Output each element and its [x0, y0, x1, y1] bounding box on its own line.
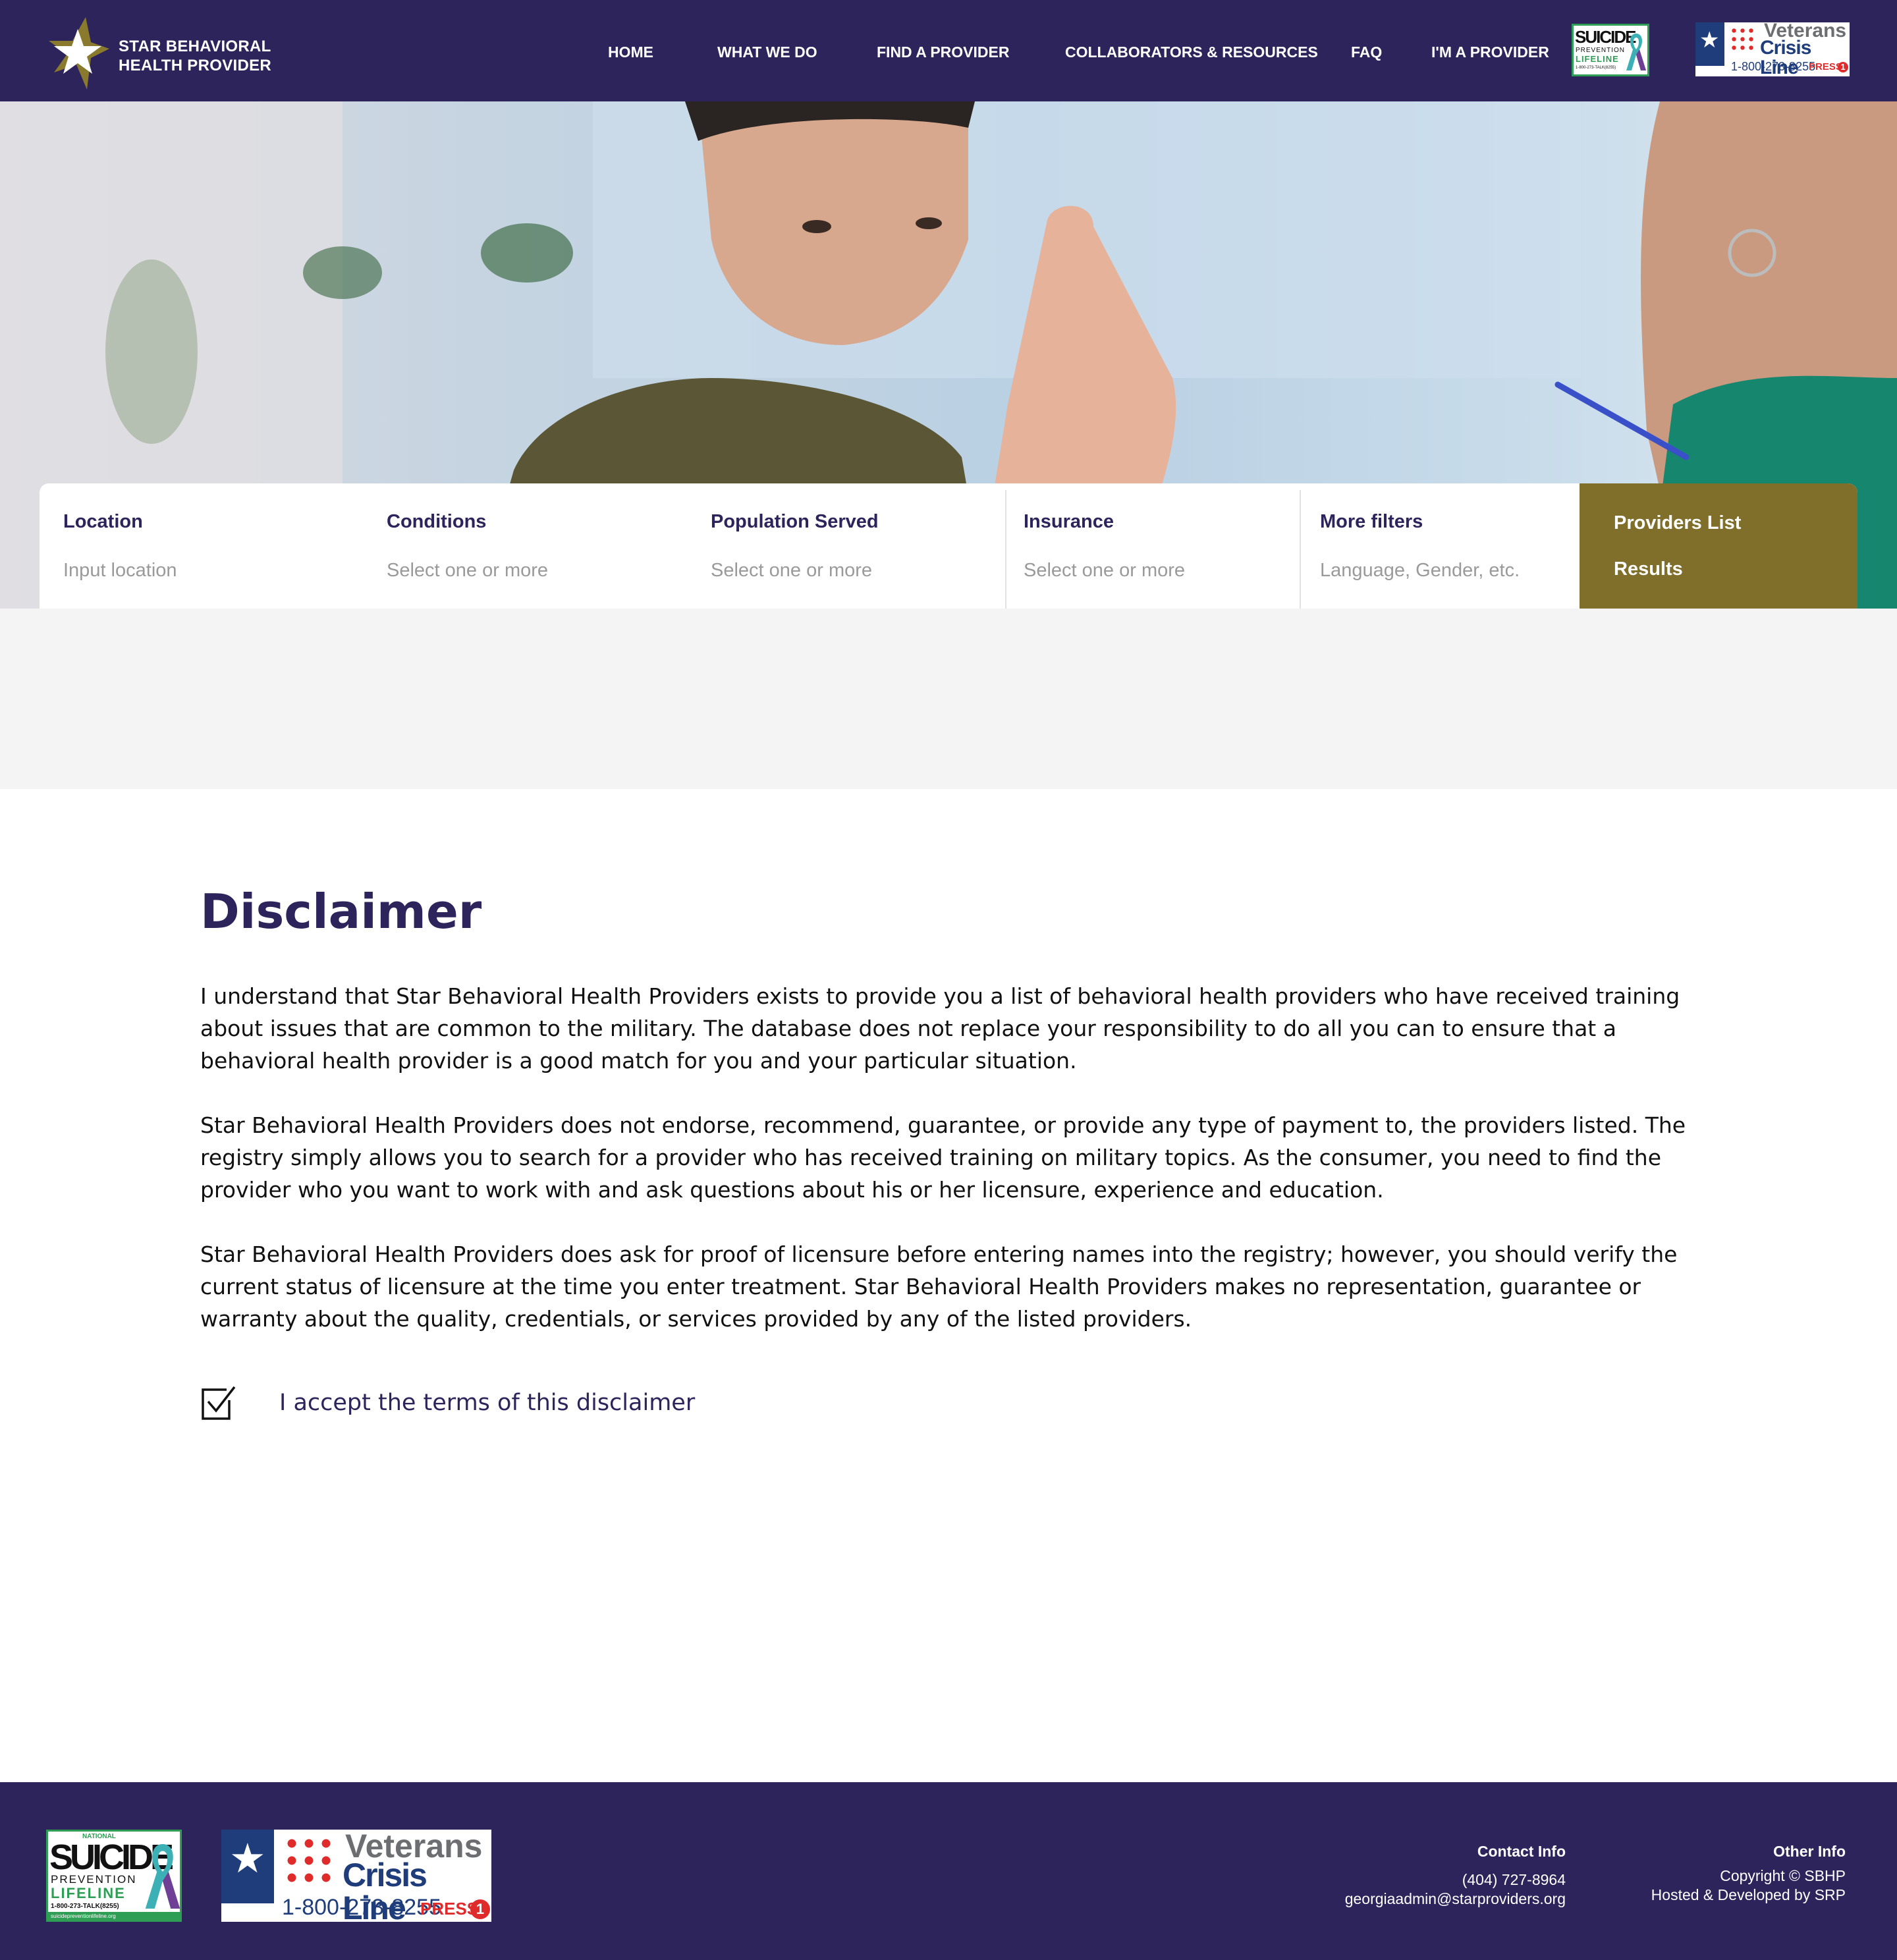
dots-icon — [1730, 26, 1756, 53]
filter-conditions[interactable]: Conditions Select one or more — [387, 483, 676, 609]
filter-conditions-label: Conditions — [387, 511, 487, 532]
badge-vets-phone: 1-800-273-8255 — [1731, 60, 1816, 73]
footer-other-heading: Other Info — [1773, 1843, 1846, 1860]
badge-suicide-sub: PREVENTION — [1576, 47, 1626, 54]
filter-population-select[interactable]: Select one or more — [711, 560, 872, 582]
filter-insurance[interactable]: Insurance Select one or more — [1024, 483, 1287, 609]
flag-star-icon: ★ — [221, 1830, 274, 1903]
results-line-1: Providers List — [1614, 512, 1742, 533]
nav-faq[interactable]: FAQ — [1351, 43, 1382, 61]
footer-badge-suicide-sub: PREVENTION — [51, 1873, 137, 1886]
filter-divider — [1300, 490, 1301, 609]
filter-conditions-select[interactable]: Select one or more — [387, 560, 548, 582]
brand-line-2: HEALTH PROVIDER — [119, 57, 272, 74]
dots-icon — [283, 1835, 335, 1886]
disclaimer-paragraph: Star Behavioral Health Providers does no… — [200, 1112, 1686, 1203]
filter-population-served[interactable]: Population Served Select one or more — [711, 483, 1001, 609]
awareness-ribbon-icon — [145, 1844, 180, 1909]
filter-more-label: More filters — [1320, 511, 1423, 532]
filter-location-label: Location — [63, 511, 143, 532]
disclaimer-paragraph: I understand that Star Behavioral Health… — [200, 983, 1680, 1074]
filter-divider — [1005, 490, 1006, 609]
disclaimer-paragraph: Star Behavioral Health Providers does as… — [200, 1241, 1678, 1332]
badge-vets-press-num: 1 — [1838, 62, 1848, 72]
footer-contact-email[interactable]: georgiaadmin@starproviders.org — [1345, 1890, 1566, 1909]
nav-find-a-provider[interactable]: FIND A PROVIDER — [877, 43, 1009, 61]
filter-location-input[interactable]: Input location — [63, 560, 177, 582]
accept-disclaimer-label[interactable]: I accept the terms of this disclaimer — [279, 1390, 695, 1416]
footer-badge-suicide-url: suicidepreventionlifeline.org — [48, 1912, 180, 1920]
veterans-crisis-line-badge[interactable]: ★ Veterans Crisis Line 1-800-273-8255 PR… — [1695, 22, 1850, 76]
awareness-ribbon-icon — [1626, 34, 1646, 70]
star-logo-icon[interactable] — [46, 17, 112, 90]
results-line-2: Results — [1614, 558, 1683, 580]
nav-home[interactable]: HOME — [608, 43, 653, 61]
gray-spacer-band — [0, 609, 1897, 789]
filter-insurance-label: Insurance — [1024, 511, 1114, 532]
footer-badge-vets-press: PRESS — [420, 1899, 479, 1919]
filter-more-select[interactable]: Language, Gender, etc. — [1320, 560, 1520, 582]
footer-badge-vets-press-num: 1 — [470, 1899, 490, 1919]
footer-badge-vets-phone: 1-800-273-8255 — [282, 1895, 441, 1920]
brand-name[interactable]: STAR BEHAVIORAL HEALTH PROVIDER — [119, 37, 271, 75]
footer-other-info: Other Info Copyright © SBHP Hosted & Dev… — [1651, 1841, 1846, 1905]
footer-contact-heading: Contact Info — [1477, 1843, 1566, 1860]
filter-population-label: Population Served — [711, 511, 879, 532]
nav-what-we-do[interactable]: WHAT WE DO — [717, 43, 817, 61]
nav-collaborators-resources[interactable]: COLLABORATORS & RESOURCES — [1065, 43, 1318, 61]
brand-line-1: STAR BEHAVIORAL — [119, 38, 271, 55]
filter-insurance-select[interactable]: Select one or more — [1024, 560, 1185, 582]
footer-contact-phone[interactable]: (404) 727-8964 — [1345, 1870, 1566, 1890]
badge-suicide-lifeline: LIFELINE — [1576, 54, 1619, 64]
checkbox-checked-icon[interactable] — [200, 1386, 237, 1421]
footer-suicide-prevention-lifeline-badge[interactable]: NATIONAL SUICIDE PREVENTION LIFELINE 1-8… — [46, 1830, 182, 1922]
filter-location[interactable]: Location Input location — [63, 483, 353, 609]
badge-suicide-phone: 1-800-273-TALK(8255) — [1576, 66, 1616, 70]
footer-hosted: Hosted & Developed by SRP — [1651, 1886, 1846, 1903]
flag-star-icon: ★ — [1695, 22, 1724, 66]
disclaimer-title: Disclaimer — [200, 884, 482, 939]
accept-disclaimer-checkbox[interactable]: I accept the terms of this disclaimer — [200, 1386, 740, 1423]
site-header: STAR BEHAVIORAL HEALTH PROVIDER HOME WHA… — [0, 0, 1897, 101]
filter-more[interactable]: More filters Language, Gender, etc. — [1320, 483, 1583, 609]
footer-badge-suicide-phone: 1-800-273-TALK(8255) — [51, 1903, 119, 1910]
suicide-prevention-lifeline-badge[interactable]: SUICIDE PREVENTION LIFELINE 1-800-273-TA… — [1572, 24, 1649, 76]
providers-list-results-button[interactable]: Providers List Results — [1580, 483, 1857, 609]
nav-im-a-provider[interactable]: I'M A PROVIDER — [1431, 43, 1549, 61]
footer-contact-info: Contact Info (404) 727-8964 georgiaadmin… — [1345, 1841, 1566, 1909]
footer-badge-suicide-lifeline: LIFELINE — [51, 1885, 126, 1901]
footer-copyright: Copyright © SBHP — [1720, 1867, 1846, 1884]
footer-veterans-crisis-line-badge[interactable]: ★ Veterans Crisis Line 1-800-273-8255 PR… — [221, 1830, 491, 1922]
